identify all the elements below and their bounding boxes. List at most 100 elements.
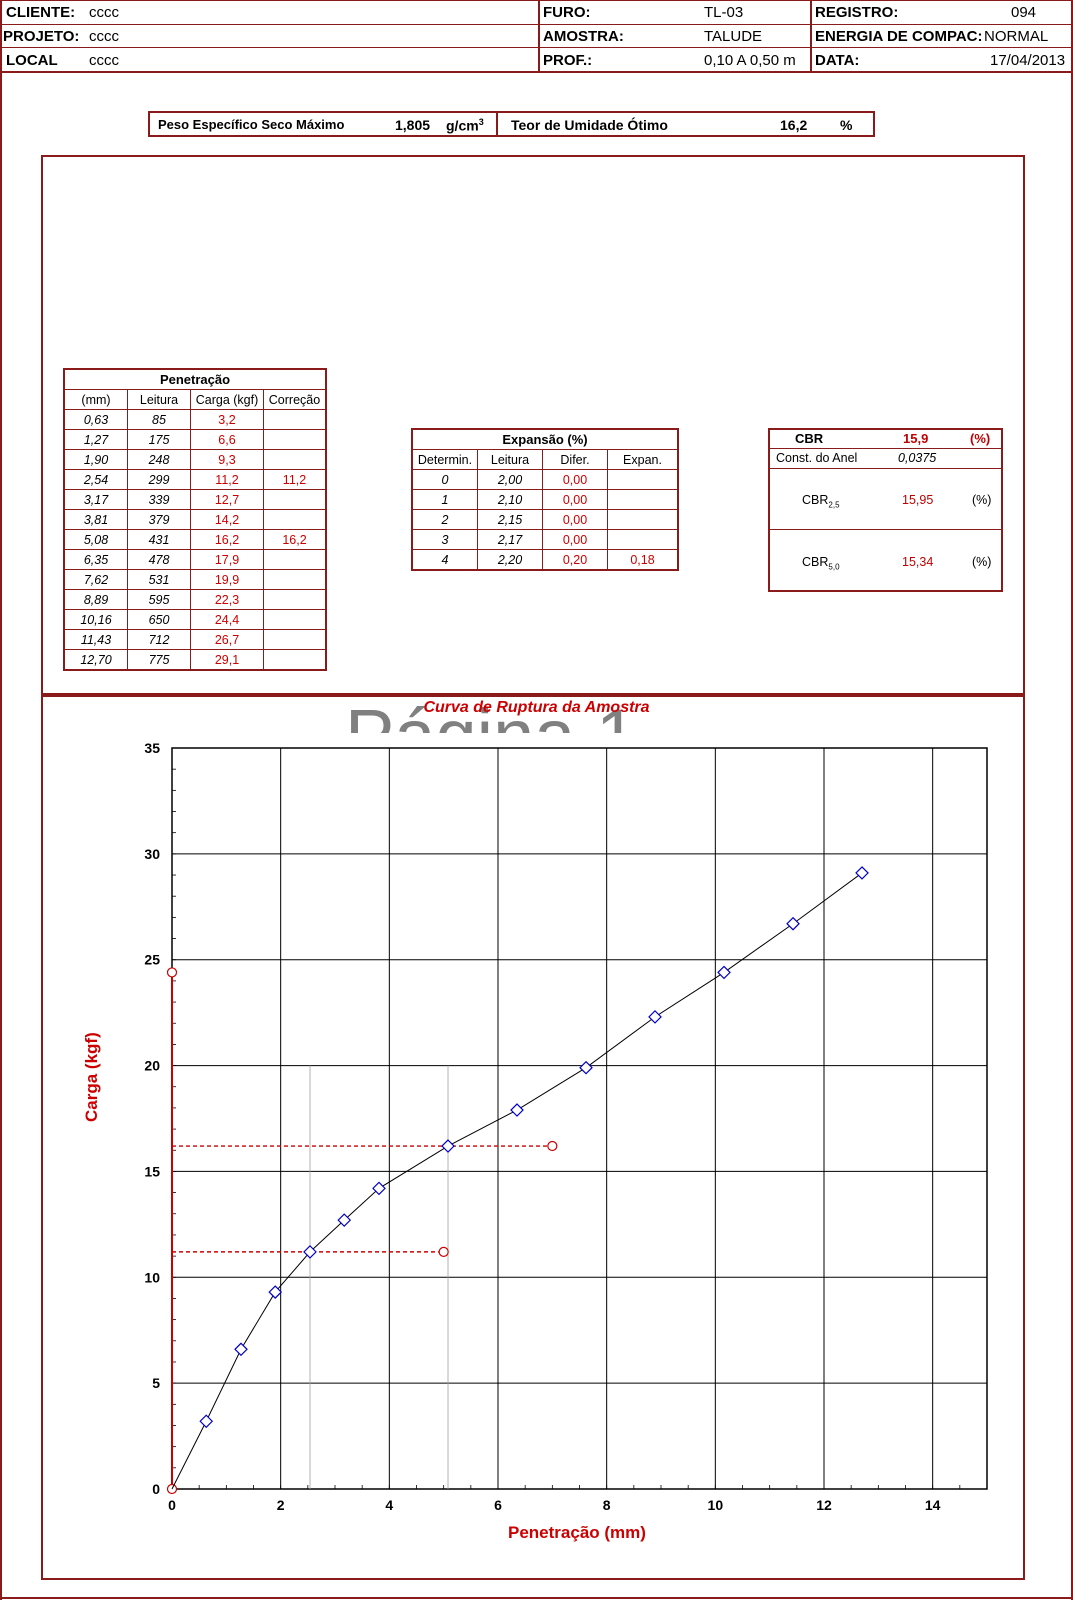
expansao-header: Difer. (542, 449, 608, 470)
penetracao-cell (263, 409, 327, 430)
penetracao-cell: 17,9 (190, 549, 264, 570)
expansao-cell: 0,00 (542, 509, 608, 530)
penetracao-cell (263, 509, 327, 530)
penetracao-header: (mm) (63, 389, 128, 410)
expansao-cell (607, 469, 679, 490)
cbr-line-3 (770, 529, 1001, 530)
penetracao-header: Leitura (127, 389, 191, 410)
penetracao-cell: 7,62 (63, 569, 128, 590)
penetracao-cell: 10,16 (63, 609, 128, 630)
expansao-row: 3 2,17 0,00 (411, 529, 679, 550)
header-line-2 (0, 47, 1073, 48)
expansao-cell: 0,00 (542, 469, 608, 490)
page-border-left (0, 0, 2, 1600)
summary-box: Peso Específico Seco Máximo 1,805 g/cm3 … (148, 111, 875, 137)
amostra-label: AMOSTRA: (543, 28, 624, 45)
expansao-header: Determin. (411, 449, 478, 470)
penetracao-cell: 3,2 (190, 409, 264, 430)
penetracao-cell: 595 (127, 589, 191, 610)
penetracao-cell (263, 549, 327, 570)
penetracao-row: 10,16 650 24,4 (63, 609, 327, 630)
penetracao-cell: 339 (127, 489, 191, 510)
expansao-row: 2 2,15 0,00 (411, 509, 679, 530)
header-line-1 (0, 24, 1073, 25)
expansao-row: 1 2,10 0,00 (411, 489, 679, 510)
penetracao-row: 1,27 175 6,6 (63, 429, 327, 450)
cbr-line-1 (770, 448, 1001, 449)
cbr50-unit: (%) (972, 555, 992, 569)
peso-unit: g/cm3 (446, 117, 484, 134)
penetracao-header: Carga (kgf) (190, 389, 264, 410)
penetracao-cell: 431 (127, 529, 191, 550)
penetracao-cell: 3,81 (63, 509, 128, 530)
peso-value: 1,805 (395, 117, 431, 133)
expansao-cell (607, 509, 679, 530)
expansao-cell: 0,18 (607, 549, 679, 571)
cbr-line-2 (770, 468, 1001, 469)
registro-label: REGISTRO: (815, 4, 899, 21)
penetracao-cell: 16,2 (190, 529, 264, 550)
y-axis-label: Carga (kgf) (82, 1032, 101, 1122)
expansao-cell (607, 529, 679, 550)
cbr50-value: 15,34 (902, 555, 934, 569)
prof-value: 0,10 A 0,50 m (704, 52, 796, 69)
furo-label: FURO: (543, 4, 591, 21)
summary-divider (496, 113, 498, 135)
penetracao-cell: 8,89 (63, 589, 128, 610)
expansao-header: Expan. (607, 449, 679, 470)
expansao-cell: 1 (411, 489, 478, 510)
penetracao-cell (263, 489, 327, 510)
chart-frame (41, 695, 1025, 1580)
penetracao-cell: 19,9 (190, 569, 264, 590)
penetracao-cell: 175 (127, 429, 191, 450)
penetracao-cell: 6,6 (190, 429, 264, 450)
teor-unit: % (840, 117, 853, 133)
penetracao-row: 1,90 248 9,3 (63, 449, 327, 470)
penetracao-row: 5,08 431 16,2 16,2 (63, 529, 327, 550)
penetracao-cell: 299 (127, 469, 191, 490)
header-divider-2 (810, 0, 812, 72)
expansao-cell: 2,20 (477, 549, 543, 571)
expansao-cell (607, 489, 679, 510)
penetracao-row: 0,63 85 3,2 (63, 409, 327, 430)
penetracao-cell: 2,54 (63, 469, 128, 490)
expansao-cell: 3 (411, 529, 478, 550)
const-anel-value: 0,0375 (898, 451, 937, 465)
penetracao-table: Penetração (mm) Leitura Carga (kgf) Corr… (63, 368, 327, 671)
penetracao-cell: 6,35 (63, 549, 128, 570)
registro-value: 094 (1011, 4, 1037, 21)
prof-label: PROF.: (543, 52, 593, 69)
peso-label: Peso Específico Seco Máximo (158, 117, 345, 132)
furo-value: TL-03 (704, 4, 744, 21)
x-axis-label: Penetração (mm) (508, 1523, 646, 1542)
penetracao-row: 6,35 478 17,9 (63, 549, 327, 570)
expansao-header: Leitura (477, 449, 543, 470)
header-line-bottom (0, 71, 1073, 73)
penetracao-cell: 379 (127, 509, 191, 530)
cbr25-unit: (%) (972, 493, 992, 507)
penetracao-cell: 478 (127, 549, 191, 570)
expansao-cell: 2 (411, 509, 478, 530)
penetracao-cell: 650 (127, 609, 191, 630)
penetracao-cell: 11,43 (63, 629, 128, 650)
expansao-cell: 2,00 (477, 469, 543, 490)
penetracao-cell: 248 (127, 449, 191, 470)
data-label: DATA: (815, 52, 860, 69)
penetracao-cell: 11,2 (190, 469, 264, 490)
page-border-bottom (0, 1597, 1073, 1599)
projeto-value: cccc (89, 28, 119, 45)
penetracao-cell: 29,1 (190, 649, 264, 671)
teor-value: 16,2 (780, 117, 808, 133)
cbr25-value: 15,95 (902, 493, 934, 507)
penetracao-cell (263, 449, 327, 470)
expansao-cell: 0,20 (542, 549, 608, 571)
penetracao-cell: 0,63 (63, 409, 128, 430)
penetracao-cell: 712 (127, 629, 191, 650)
teor-label: Teor de Umidade Ótimo (511, 117, 668, 133)
penetracao-cell: 3,17 (63, 489, 128, 510)
penetracao-title: Penetração (63, 368, 327, 390)
penetracao-cell (263, 649, 327, 671)
expansao-cell: 0,00 (542, 529, 608, 550)
cbr-box: CBR 15,9 (%) Const. do Anel 0,0375 CBR2,… (768, 428, 1003, 592)
penetracao-cell: 12,70 (63, 649, 128, 671)
